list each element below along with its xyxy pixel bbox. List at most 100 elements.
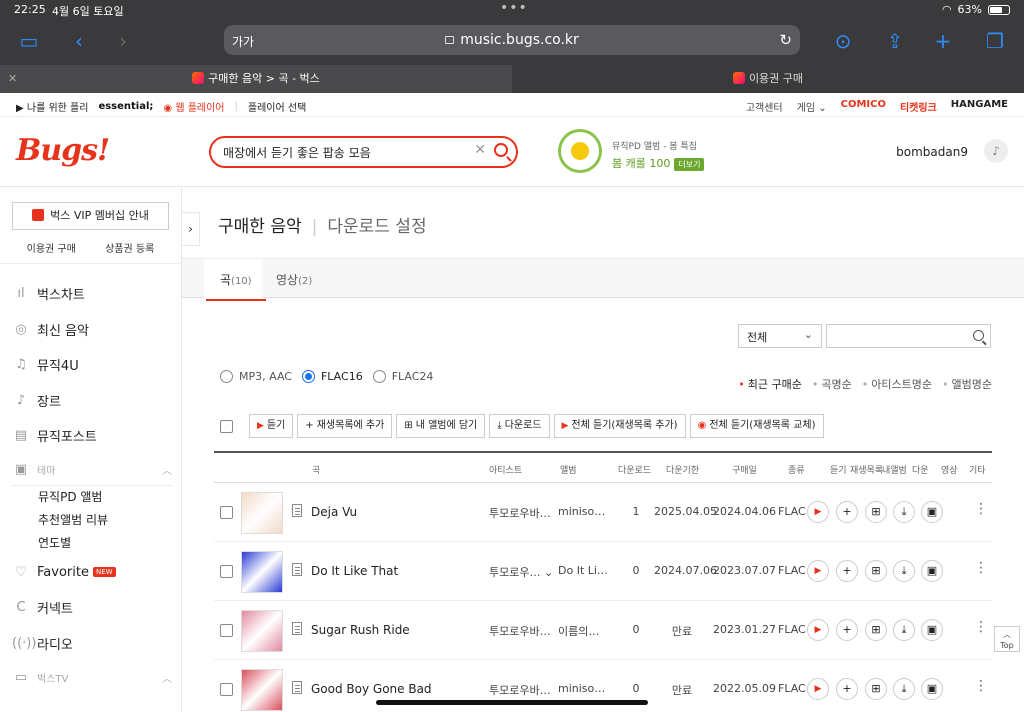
tab-voucher-purchase[interactable]: 이용권 구매 <box>512 65 1024 93</box>
track-title[interactable]: Deja Vu <box>311 505 357 519</box>
download-button[interactable]: ⤓ 다운로드 <box>489 414 550 438</box>
add-to-playlist-button[interactable]: + 재생목록에 추가 <box>297 414 393 438</box>
lyrics-icon[interactable] <box>292 681 302 694</box>
track-title[interactable]: Good Boy Gone Bad <box>311 682 432 696</box>
search-icon[interactable] <box>494 143 508 157</box>
essential-link[interactable]: essential; <box>98 101 153 112</box>
row-video-icon[interactable]: ▣ <box>921 678 943 700</box>
album-art[interactable] <box>241 551 283 593</box>
search-icon[interactable] <box>973 330 984 341</box>
track-title[interactable]: Do It Like That <box>311 564 398 578</box>
tabs-overview-icon[interactable]: ❐ <box>982 28 1008 54</box>
ticketlink-link[interactable]: 티켓링크 <box>900 99 937 114</box>
row-add-album-icon[interactable]: ⊞ <box>865 501 887 523</box>
promo-banner[interactable]: 뮤직PD 앨범 - 봄 특집 봄 캐롤 100 더보기 <box>558 129 758 175</box>
sidebar-item-radio[interactable]: ((·)) 라디오 <box>12 626 172 662</box>
more-icon[interactable]: ⋮ <box>974 560 988 576</box>
username[interactable]: bombadan9 <box>896 145 968 159</box>
track-artist[interactable]: 투모로우바… <box>489 682 551 698</box>
sidebar-item-chart[interactable]: ıl 벅스차트 <box>12 276 172 312</box>
track-album[interactable]: miniso… <box>558 505 605 518</box>
gift-card-register-link[interactable]: 상품권 등록 <box>105 240 154 255</box>
row-checkbox[interactable] <box>220 506 233 519</box>
sidebar-item-by-year[interactable]: 연도별 <box>38 532 172 555</box>
home-indicator[interactable] <box>376 700 648 705</box>
row-video-icon[interactable]: ▣ <box>921 619 943 641</box>
sidebar-item-music4u[interactable]: ♫ 뮤직4U <box>12 347 172 383</box>
row-checkbox[interactable] <box>220 565 233 578</box>
sidebar-item-album-review[interactable]: 추천앨범 리뷰 <box>38 509 172 532</box>
row-video-icon[interactable]: ▣ <box>921 501 943 523</box>
select-all-checkbox[interactable] <box>220 419 233 433</box>
web-player-link[interactable]: ◉ 웹 플레이어 <box>163 99 224 114</box>
row-download-icon[interactable]: ⤓ <box>893 678 915 700</box>
reload-icon[interactable]: ↻ <box>779 31 792 49</box>
sort-title[interactable]: 곡명순 <box>812 376 851 392</box>
sidebar-item-genre[interactable]: ♪ 장르 <box>12 383 172 419</box>
radio-mp3-aac[interactable]: MP3, AAC <box>220 370 292 383</box>
close-tab-icon[interactable]: ✕ <box>8 65 17 93</box>
radio-flac24[interactable]: FLAC24 <box>372 370 433 383</box>
sidebar-section-bugstv[interactable]: ▭ 벅스TV ︿ <box>12 661 172 693</box>
sort-recent-purchase[interactable]: 최근 구매순 <box>738 376 802 392</box>
album-art[interactable] <box>241 492 283 534</box>
chevron-down-icon[interactable]: ⌄ <box>544 566 553 579</box>
download-icon[interactable]: ⊙ <box>830 28 856 54</box>
row-add-album-icon[interactable]: ⊞ <box>865 678 887 700</box>
search-box[interactable]: 매장에서 듣기 좋은 팝송 모음 ✕ <box>209 136 518 168</box>
add-to-my-album-button[interactable]: ⊞ 내 앨범에 담기 <box>396 414 486 438</box>
row-add-playlist-icon[interactable]: + <box>836 560 858 582</box>
share-icon[interactable]: ⇪ <box>882 28 908 54</box>
track-album[interactable]: Do It Li… <box>558 564 608 577</box>
sidebar-section-theme[interactable]: ▣ 테마 ︿ <box>12 454 172 486</box>
game-menu[interactable]: 게임 ⌄ <box>797 99 827 114</box>
album-art[interactable] <box>241 669 283 711</box>
scroll-top-button[interactable]: ︿ Top <box>994 626 1020 652</box>
sort-artist[interactable]: 아티스트명순 <box>862 376 932 392</box>
row-download-icon[interactable]: ⤓ <box>893 501 915 523</box>
track-album[interactable]: miniso… <box>558 682 605 695</box>
new-tab-icon[interactable]: + <box>930 28 956 54</box>
row-add-album-icon[interactable]: ⊞ <box>865 619 887 641</box>
track-artist[interactable]: 투모로우바… <box>489 623 551 639</box>
row-play-icon[interactable]: ▶ <box>807 619 829 641</box>
row-download-icon[interactable]: ⤓ <box>893 560 915 582</box>
forward-icon[interactable]: › <box>110 28 136 54</box>
album-art[interactable] <box>241 610 283 652</box>
row-play-icon[interactable]: ▶ <box>807 560 829 582</box>
clear-icon[interactable]: ✕ <box>474 142 486 158</box>
sidebar-item-favorite[interactable]: ♡ Favorite NEW <box>12 555 172 591</box>
lyrics-icon[interactable] <box>292 622 302 635</box>
row-add-playlist-icon[interactable]: + <box>836 619 858 641</box>
track-artist[interactable]: 투모로우… ⌄ <box>489 564 553 580</box>
customer-center-link[interactable]: 고객센터 <box>746 99 783 114</box>
multitask-dots-icon[interactable]: ••• <box>500 0 528 16</box>
radio-flac16[interactable]: FLAC16 <box>301 370 363 383</box>
filter-search-input[interactable] <box>826 324 991 348</box>
row-checkbox[interactable] <box>220 624 233 637</box>
bugs-logo[interactable]: Bugs! <box>16 133 110 168</box>
sidebar-toggle-icon[interactable]: ▭ <box>16 28 42 54</box>
play-button[interactable]: ▶ 듣기 <box>249 414 294 438</box>
back-icon[interactable]: ‹ <box>66 28 92 54</box>
sidebar-item-music-post[interactable]: ▤ 뮤직포스트 <box>12 418 172 454</box>
lyrics-icon[interactable] <box>292 563 302 576</box>
address-bar[interactable]: 가가 music.bugs.co.kr ↻ <box>224 25 800 55</box>
voucher-purchase-link[interactable]: 이용권 구매 <box>27 240 76 255</box>
search-input[interactable]: 매장에서 듣기 좋은 팝송 모음 <box>223 144 371 161</box>
play-all-replace-button[interactable]: ◉ 전체 듣기(재생목록 교체) <box>689 414 824 438</box>
row-add-playlist-icon[interactable]: + <box>836 678 858 700</box>
hangame-link[interactable]: HANGAME <box>951 99 1008 114</box>
row-download-icon[interactable]: ⤓ <box>893 619 915 641</box>
more-icon[interactable]: ⋮ <box>974 501 988 517</box>
sidebar-item-connect[interactable]: C 커넥트 <box>12 590 172 626</box>
promo-more-button[interactable]: 더보기 <box>674 158 705 171</box>
tab-songs[interactable]: 곡(10) <box>206 271 265 301</box>
for-me-playlist-link[interactable]: ▶ 나를 위한 플리 <box>16 99 88 114</box>
play-all-add-button[interactable]: ▶ 전체 듣기(재생목록 추가) <box>553 414 686 438</box>
player-select-link[interactable]: 플레이어 선택 <box>248 99 306 114</box>
more-icon[interactable]: ⋮ <box>974 619 988 635</box>
sidebar-item-new-music[interactable]: ◎ 최신 음악 <box>12 312 172 348</box>
lyrics-icon[interactable] <box>292 504 302 517</box>
tab-videos[interactable]: 영상(2) <box>276 271 312 288</box>
